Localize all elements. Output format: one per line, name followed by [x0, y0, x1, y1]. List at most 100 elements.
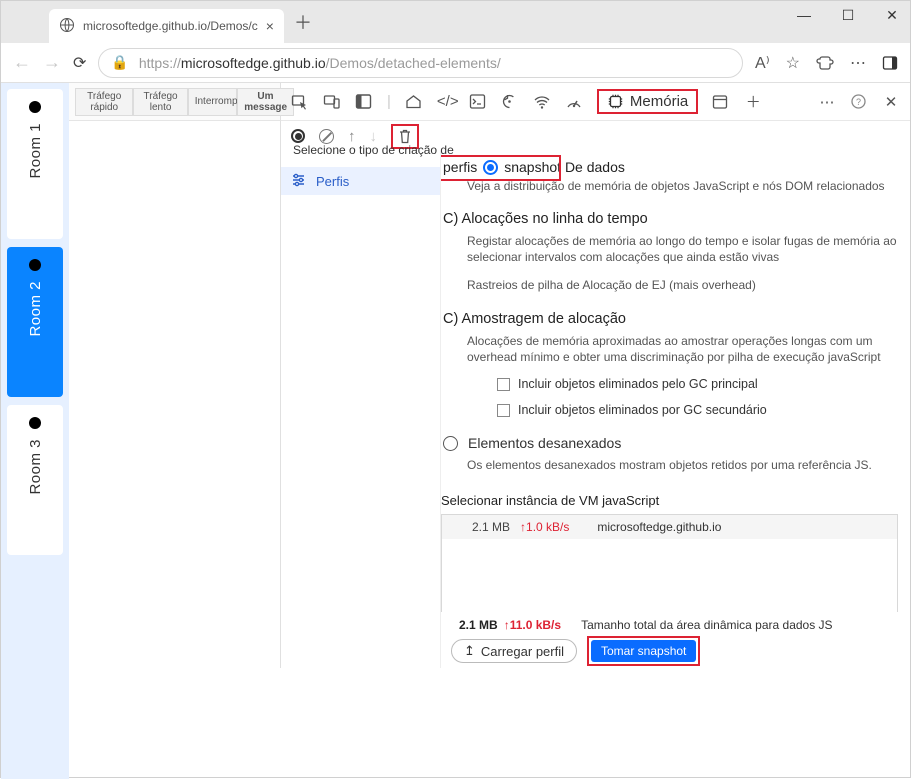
tab-close-icon[interactable]: × [266, 18, 274, 34]
address-bar[interactable]: 🔒 https://microsoftedge.github.io/Demos/… [98, 48, 743, 78]
checkbox-gc-major-label: Incluir objetos eliminados pelo GC princ… [518, 377, 758, 391]
room-item-1[interactable]: Room 1 [7, 89, 63, 239]
load-profile-button[interactable]: ↥ Carregar perfil [451, 639, 577, 663]
elements-icon[interactable]: </> [437, 93, 455, 110]
option-alloc-sampling-desc: Alocações de memória aproximadas ao amos… [467, 333, 898, 365]
right-column: Tráfego rápido Tráfego lento Interromper… [69, 83, 910, 779]
option-alloc-timeline-heading[interactable]: C) Alocações no linha do tempo [443, 211, 898, 227]
checkbox-icon [497, 378, 510, 391]
welcome-icon[interactable] [405, 93, 423, 110]
close-icon[interactable]: ✕ [882, 7, 902, 24]
page-toolbar: Tráfego rápido Tráfego lento Interromper… [69, 83, 281, 121]
record-icon[interactable] [291, 129, 305, 143]
console-icon[interactable] [469, 93, 487, 110]
footer-rate: ↑11.0 kB/s [504, 618, 561, 632]
memory-panel-body: Perfis perfis snapshot De dados Veja a d… [281, 151, 910, 668]
memory-options: perfis snapshot De dados Veja a distribu… [441, 151, 910, 668]
svg-text:?: ? [856, 97, 861, 107]
device-icon[interactable] [323, 93, 341, 111]
vm-host: microsoftedge.github.io [597, 520, 721, 534]
load-profile-label: Carregar perfil [481, 644, 564, 659]
radio-unselected-icon [443, 436, 458, 451]
option-alloc-sampling-heading[interactable]: C) Amostragem de alocação [443, 311, 898, 327]
more-tabs-icon[interactable]: ＋ [744, 91, 762, 112]
minimize-icon[interactable]: ― [794, 7, 814, 24]
vm-instance-heading: Selecionar instância de VM javaScript [441, 493, 898, 508]
upload-icon: ↥ [464, 643, 475, 659]
heap-snapshot-desc: Veja a distribuição de memória de objeto… [467, 179, 898, 193]
traffic-fast-button[interactable]: Tráfego rápido [75, 88, 133, 116]
forward-icon[interactable]: → [43, 52, 61, 73]
address-bar-row: ← → ⟳ 🔒 https://microsoftedge.github.io/… [1, 43, 910, 83]
room-label: Room 1 [27, 123, 44, 179]
profiles-sidebar: Perfis [281, 151, 441, 668]
url-host: microsoftedge.github.io [181, 55, 326, 71]
memory-tab-label: Memória [630, 93, 688, 110]
url-scheme: https:// [139, 55, 181, 71]
status-dot-icon [29, 101, 41, 113]
browser-tab[interactable]: microsoftedge.github.io/Demos/c × [49, 9, 284, 43]
tab-title: microsoftedge.github.io/Demos/c [83, 19, 258, 33]
footer-total-label: Tamanho total da área dinâmica para dado… [581, 618, 833, 632]
sidebar-toggle-icon[interactable] [882, 55, 898, 71]
more-icon[interactable]: ⋯ [850, 53, 866, 73]
profiles-heading[interactable]: Perfis [281, 167, 440, 195]
help-icon[interactable]: ? [850, 93, 868, 110]
vm-rate: ↑1.0 kB/s [520, 520, 569, 534]
footer-size: 2.1 MB [459, 618, 498, 632]
devtools-more-icon[interactable]: ⋯ [818, 93, 836, 111]
radio-selected-icon [483, 160, 498, 175]
checkbox-icon [497, 404, 510, 417]
perfis-prefix: perfis [443, 159, 477, 175]
traffic-stop-button[interactable]: Interromper [188, 88, 238, 116]
option-detached-elements[interactable]: Elementos desanexados [443, 435, 898, 451]
url-path: /Demos/detached-elements/ [326, 55, 501, 71]
main-area: Room 1 Room 2 Room 3 Tráfego rápido Tráf… [1, 83, 910, 779]
back-icon[interactable]: ← [13, 52, 31, 73]
take-snapshot-button[interactable]: Tomar snapshot [591, 640, 696, 662]
performance-icon[interactable] [565, 93, 583, 111]
read-aloud-icon[interactable]: A⁾ [755, 53, 770, 73]
status-dot-icon [29, 259, 41, 271]
window-controls: ― ☐ ✕ [794, 7, 902, 24]
checkbox-gc-major[interactable]: Incluir objetos eliminados pelo GC princ… [497, 377, 898, 391]
maximize-icon[interactable]: ☐ [838, 7, 858, 24]
clear-icon[interactable] [319, 129, 334, 144]
detached-desc: Os elementos desanexados mostram objetos… [467, 457, 898, 473]
sliders-icon [291, 172, 306, 190]
devtools-close-icon[interactable]: ✕ [882, 93, 900, 111]
network-icon[interactable] [533, 93, 551, 111]
traffic-slow-button[interactable]: Tráfego lento [133, 88, 187, 116]
globe-icon [59, 17, 75, 36]
room-item-3[interactable]: Room 3 [7, 405, 63, 555]
page-body-blank [69, 121, 281, 668]
profiles-label: Perfis [316, 174, 349, 189]
lock-icon: 🔒 [111, 54, 128, 71]
vm-instance-row[interactable]: 2.1 MB ↑1.0 kB/s microsoftedge.github.io [442, 515, 897, 539]
export-icon[interactable]: ↑ [348, 128, 356, 145]
extensions-icon[interactable] [816, 54, 834, 72]
option-alloc-timeline-desc2: Rastreios de pilha de Alocação de EJ (ma… [467, 277, 898, 293]
option-alloc-timeline-desc: Registar alocações de memória ao longo d… [467, 233, 898, 265]
dock-icon[interactable] [355, 93, 373, 110]
highlight-box: Tomar snapshot [587, 636, 700, 666]
checkbox-gc-minor[interactable]: Incluir objetos eliminados por GC secund… [497, 403, 898, 417]
sources-icon[interactable] [501, 93, 519, 110]
import-icon[interactable]: ↓ [370, 128, 378, 145]
checkbox-gc-minor-label: Incluir objetos eliminados por GC secund… [518, 403, 767, 417]
detached-heading: Elementos desanexados [468, 435, 621, 451]
option-heap-snapshot[interactable]: perfis snapshot De dados [443, 159, 898, 175]
tab-memory[interactable]: Memória [597, 89, 698, 114]
inspect-icon[interactable] [291, 93, 309, 111]
room-item-2[interactable]: Room 2 [7, 247, 63, 397]
vm-size: 2.1 MB [472, 520, 510, 534]
devtools-toolbar: | </> Memória [281, 83, 910, 121]
heap-snapshot-title: snapshot De dados [504, 159, 625, 175]
room-label: Room 2 [27, 281, 44, 337]
new-tab-button[interactable]: ＋ [294, 9, 312, 35]
favorite-icon[interactable]: ☆ [786, 53, 800, 73]
reload-icon[interactable]: ⟳ [73, 53, 86, 73]
memory-sub-toolbar: ↑ ↓ Selecione o tipo de criação de [281, 121, 910, 151]
rooms-sidebar: Room 1 Room 2 Room 3 [1, 83, 69, 779]
application-icon[interactable] [712, 94, 730, 110]
